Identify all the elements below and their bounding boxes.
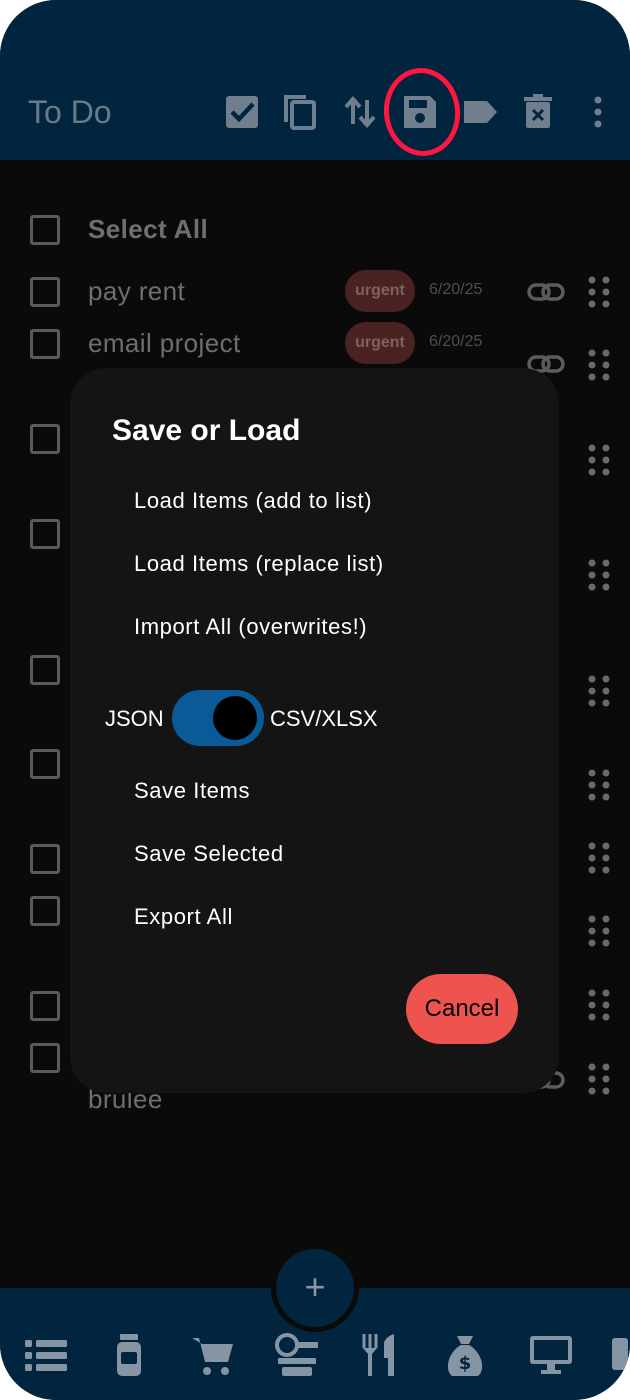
drag-handle-icon[interactable]: [586, 442, 612, 478]
dialog-title: Save or Load: [112, 414, 301, 447]
load-add-button[interactable]: Load Items (add to list): [134, 488, 372, 514]
drag-handle-icon[interactable]: [586, 840, 612, 876]
item-checkbox[interactable]: [30, 844, 60, 874]
item-text[interactable]: pay rent: [88, 276, 185, 307]
due-date: 6/20/25: [429, 281, 483, 298]
item-checkbox[interactable]: [30, 896, 60, 926]
label-icon[interactable]: [460, 92, 500, 132]
money-bag-icon[interactable]: $: [442, 1332, 488, 1378]
cart-icon[interactable]: [190, 1332, 236, 1378]
save-selected-button[interactable]: Save Selected: [134, 841, 284, 867]
drag-handle-icon[interactable]: [586, 673, 612, 709]
top-app-bar: To Do: [0, 0, 630, 160]
item-checkbox[interactable]: [30, 1043, 60, 1073]
drag-handle-icon[interactable]: [586, 767, 612, 803]
select-all-checkbox[interactable]: [30, 215, 60, 245]
due-date: 6/20/25: [429, 333, 483, 350]
drag-handle-icon[interactable]: [586, 274, 612, 310]
item-checkbox[interactable]: [30, 519, 60, 549]
add-button[interactable]: +: [276, 1249, 354, 1327]
drag-handle-icon[interactable]: [586, 987, 612, 1023]
item-text[interactable]: email project: [88, 328, 241, 359]
copy-icon[interactable]: [280, 92, 320, 132]
more-vert-icon[interactable]: [578, 92, 618, 132]
link-icon[interactable]: [526, 272, 566, 312]
delete-icon[interactable]: [518, 92, 558, 132]
page-title: To Do: [28, 94, 112, 130]
import-all-button[interactable]: Import All (overwrites!): [134, 614, 367, 640]
item-checkbox[interactable]: [30, 749, 60, 779]
sort-icon[interactable]: [340, 92, 380, 132]
cancel-button[interactable]: Cancel: [406, 974, 518, 1044]
app-screen: To Do Select All pay rent urgent 6/20/25…: [0, 0, 630, 1400]
select-all-icon[interactable]: [222, 92, 262, 132]
drag-handle-icon[interactable]: [586, 347, 612, 383]
save-load-dialog: Save or Load Load Items (add to list) Lo…: [70, 368, 559, 1093]
drag-handle-icon[interactable]: [586, 1061, 612, 1097]
list-icon[interactable]: [23, 1332, 69, 1378]
export-all-button[interactable]: Export All: [134, 904, 233, 930]
item-checkbox[interactable]: [30, 991, 60, 1021]
toggle-knob: [213, 696, 257, 740]
drag-handle-icon[interactable]: [586, 913, 612, 949]
select-all-label: Select All: [88, 214, 209, 244]
drag-handle-icon[interactable]: [586, 557, 612, 593]
fab-cutout: +: [271, 1244, 359, 1332]
item-checkbox[interactable]: [30, 329, 60, 359]
svg-text:$: $: [459, 1353, 472, 1374]
highlight-annotation: [379, 64, 465, 160]
item-checkbox[interactable]: [30, 655, 60, 685]
monitor-icon[interactable]: [528, 1332, 574, 1378]
format-toggle[interactable]: [172, 690, 264, 746]
item-checkbox[interactable]: [30, 277, 60, 307]
overflow-nav-icon[interactable]: [610, 1332, 630, 1378]
tools-icon[interactable]: [274, 1332, 320, 1378]
tag-badge: urgent: [345, 270, 415, 312]
load-replace-button[interactable]: Load Items (replace list): [134, 551, 384, 577]
tag-badge: urgent: [345, 322, 415, 364]
restaurant-icon[interactable]: [358, 1332, 404, 1378]
item-checkbox[interactable]: [30, 424, 60, 454]
jar-icon[interactable]: [106, 1332, 152, 1378]
save-items-button[interactable]: Save Items: [134, 778, 250, 804]
format-csv-label: CSV/XLSX: [270, 706, 378, 731]
format-json-label: JSON: [105, 706, 164, 731]
